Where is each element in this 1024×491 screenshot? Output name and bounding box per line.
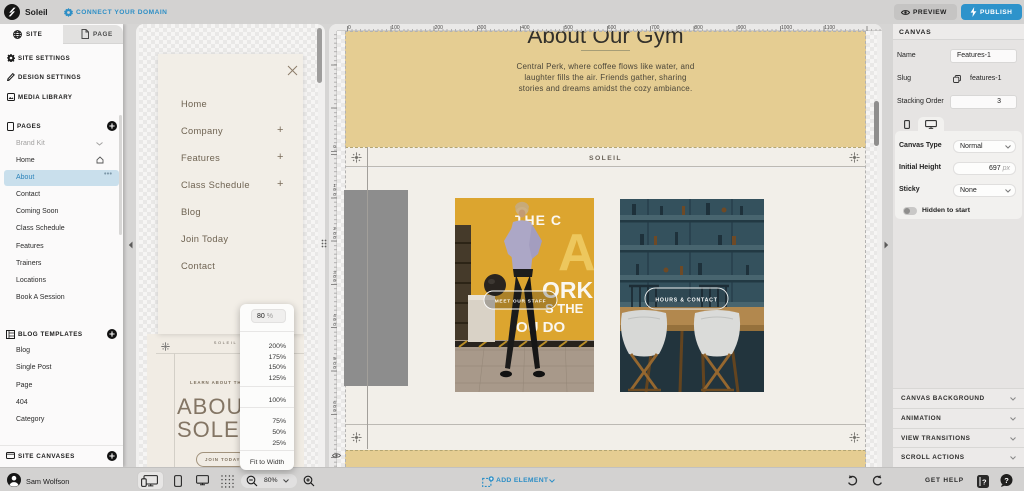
svg-text:A: A — [558, 224, 594, 282]
svg-text:MEET OUR STAFF: MEET OUR STAFF — [495, 299, 547, 305]
svg-text:HOURS & CONTACT: HOURS & CONTACT — [655, 298, 717, 304]
svg-text:?: ? — [1004, 476, 1009, 485]
svg-text:OU DO: OU DO — [516, 319, 566, 336]
svg-text:?: ? — [982, 477, 987, 486]
